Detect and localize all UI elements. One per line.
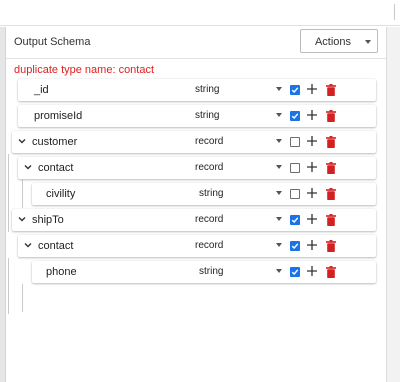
checkbox-icon[interactable] — [290, 189, 300, 199]
schema-row[interactable]: contact record — [18, 157, 376, 179]
trash-icon[interactable] — [326, 214, 336, 226]
top-toolbar — [0, 0, 400, 26]
field-name[interactable]: civility — [46, 188, 75, 200]
trash-icon[interactable] — [326, 240, 336, 252]
trash-icon[interactable] — [326, 266, 336, 278]
field-type: string — [195, 84, 220, 95]
schema-row[interactable]: phone string — [32, 261, 376, 283]
caret-down-icon[interactable] — [276, 217, 282, 221]
checkbox-icon[interactable] — [290, 85, 300, 95]
actions-button-label: Actions — [314, 36, 352, 48]
trash-icon[interactable] — [326, 162, 336, 174]
plus-icon[interactable] — [306, 187, 318, 199]
checkbox-icon[interactable] — [290, 215, 300, 225]
field-type: record — [195, 136, 224, 147]
caret-down-icon[interactable] — [276, 243, 282, 247]
plus-icon[interactable] — [306, 213, 318, 225]
field-type: record — [195, 240, 224, 251]
trash-icon[interactable] — [326, 188, 336, 200]
field-name[interactable]: contact — [38, 162, 73, 174]
tree-guide-line — [8, 154, 9, 232]
caret-down-icon[interactable] — [276, 87, 282, 91]
error-message: duplicate type name: contact — [14, 64, 155, 76]
checkbox-icon[interactable] — [290, 111, 300, 121]
schema-row[interactable]: customer record — [12, 131, 376, 153]
scrollbar[interactable] — [386, 27, 400, 382]
field-name[interactable]: customer — [32, 136, 77, 148]
caret-down-icon[interactable] — [276, 191, 282, 195]
chevron-down-icon[interactable] — [24, 163, 32, 171]
schema-row[interactable]: shipTo record — [12, 209, 376, 231]
field-type: string — [199, 188, 224, 199]
checkbox-icon[interactable] — [290, 267, 300, 277]
plus-icon[interactable] — [306, 83, 318, 95]
trash-icon[interactable] — [326, 136, 336, 148]
actions-button[interactable]: Actions — [300, 29, 378, 53]
plus-icon[interactable] — [306, 265, 318, 277]
plus-icon[interactable] — [306, 239, 318, 251]
output-schema-panel: Output Schema Actions duplicate type nam… — [6, 27, 386, 382]
chevron-down-icon[interactable] — [18, 215, 26, 223]
field-name[interactable]: shipTo — [32, 214, 64, 226]
tree-guide-line — [8, 258, 9, 314]
panel-title: Output Schema — [14, 36, 91, 48]
panel-header: Output Schema Actions — [6, 27, 386, 59]
caret-down-icon[interactable] — [276, 113, 282, 117]
plus-icon[interactable] — [306, 161, 318, 173]
schema-row[interactable]: _id string — [18, 79, 376, 101]
caret-down-icon[interactable] — [276, 269, 282, 273]
trash-icon[interactable] — [326, 110, 336, 122]
plus-icon[interactable] — [306, 109, 318, 121]
tree-guide-line — [22, 180, 23, 208]
field-name[interactable]: phone — [46, 266, 77, 278]
chevron-down-icon[interactable] — [24, 241, 32, 249]
caret-down-icon[interactable] — [276, 165, 282, 169]
tree-guide-line — [22, 284, 23, 312]
field-name[interactable]: contact — [38, 240, 73, 252]
trash-icon[interactable] — [326, 84, 336, 96]
schema-row[interactable]: contact record — [18, 235, 376, 257]
field-type: record — [195, 162, 224, 173]
chevron-down-icon[interactable] — [18, 137, 26, 145]
checkbox-icon[interactable] — [290, 241, 300, 251]
caret-down-icon[interactable] — [276, 139, 282, 143]
field-name[interactable]: promiseId — [34, 110, 82, 122]
caret-down-icon — [365, 40, 371, 44]
schema-row[interactable]: civility string — [32, 183, 376, 205]
schema-row[interactable]: promiseId string — [18, 105, 376, 127]
field-type: string — [195, 110, 220, 121]
window-edge — [394, 4, 398, 20]
field-name[interactable]: _id — [34, 84, 49, 96]
plus-icon[interactable] — [306, 135, 318, 147]
checkbox-icon[interactable] — [290, 163, 300, 173]
field-type: string — [199, 266, 224, 277]
field-type: record — [195, 214, 224, 225]
checkbox-icon[interactable] — [290, 137, 300, 147]
